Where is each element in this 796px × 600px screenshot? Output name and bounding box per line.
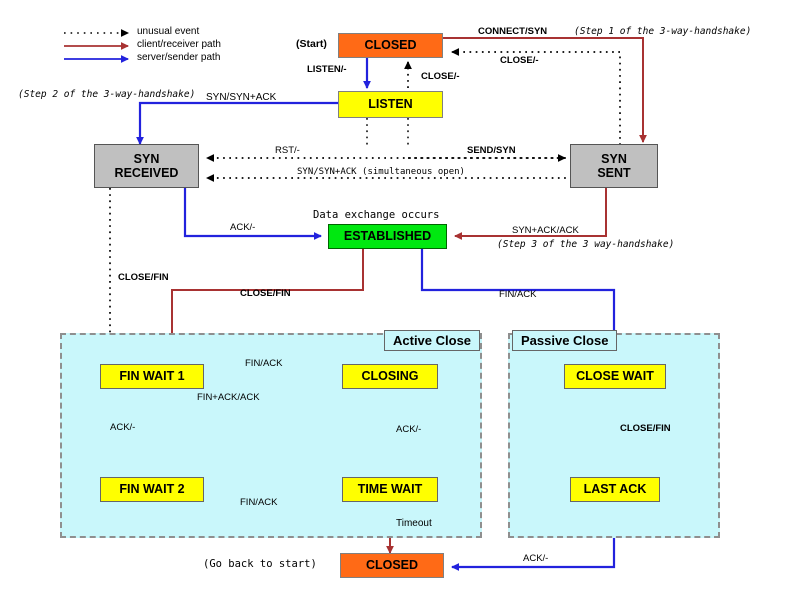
label-close-dash-top: CLOSE/- xyxy=(421,71,460,82)
label-send-syn: SEND/SYN xyxy=(467,145,516,156)
label-fin-ack-closing: FIN/ACK xyxy=(245,358,283,369)
state-syn-received-label-1: SYN xyxy=(133,151,160,166)
annotation-data-exchange: Data exchange occurs xyxy=(313,209,440,221)
state-established[interactable]: ESTABLISHED xyxy=(328,224,447,249)
annotation-step-3: (Step 3 of the 3 way-handshake) xyxy=(497,239,675,250)
label-close-dash-right: CLOSE/- xyxy=(500,55,539,66)
annotation-step-2: (Step 2 of the 3-way-handshake) xyxy=(18,89,196,100)
label-rst-dash: RST/- xyxy=(275,145,300,156)
state-syn-sent-label-1: SYN xyxy=(601,151,627,166)
state-fin-wait-2-label: FIN WAIT 2 xyxy=(119,482,185,497)
state-closed-top[interactable]: CLOSED xyxy=(338,33,443,58)
label-timeout: Timeout xyxy=(396,518,432,529)
active-close-title: Active Close xyxy=(384,330,481,351)
annotation-start: (Start) xyxy=(296,38,327,50)
tcp-state-diagram: unusual event client/receiver path serve… xyxy=(0,0,796,600)
state-established-label: ESTABLISHED xyxy=(343,229,432,244)
state-syn-sent[interactable]: SYN SENT xyxy=(570,144,658,188)
state-listen[interactable]: LISTEN xyxy=(338,91,443,118)
state-closed-top-label: CLOSED xyxy=(364,38,417,53)
label-connect-syn: CONNECT/SYN xyxy=(478,26,548,37)
state-fin-wait-1[interactable]: FIN WAIT 1 xyxy=(100,364,204,389)
state-last-ack-label: LAST ACK xyxy=(583,482,647,497)
state-time-wait-label: TIME WAIT xyxy=(357,482,423,497)
state-fin-wait-1-label: FIN WAIT 1 xyxy=(119,369,185,384)
label-close-fin-passive: CLOSE/FIN xyxy=(620,423,671,434)
label-ack-dash-closing: ACK/- xyxy=(396,424,422,435)
state-closed-bottom[interactable]: CLOSED xyxy=(340,553,444,578)
edge-closed-to-syn-sent xyxy=(443,37,647,143)
label-syn-synack-left: SYN/SYN+ACK xyxy=(206,92,277,103)
legend-label-server-path: server/sender path xyxy=(137,52,221,63)
legend-label-client-path: client/receiver path xyxy=(137,39,221,50)
label-ack-dash-established: ACK/- xyxy=(230,222,256,233)
state-close-wait-label: CLOSE WAIT xyxy=(576,369,654,384)
state-last-ack[interactable]: LAST ACK xyxy=(570,477,660,502)
label-listen-dash: LISTEN/- xyxy=(307,64,347,75)
state-fin-wait-2[interactable]: FIN WAIT 2 xyxy=(100,477,204,502)
state-close-wait[interactable]: CLOSE WAIT xyxy=(564,364,666,389)
label-fin-ack-ack: FIN+ACK/ACK xyxy=(197,392,260,403)
passive-close-title: Passive Close xyxy=(512,330,618,351)
label-synack-ack: SYN+ACK/ACK xyxy=(512,225,579,236)
state-listen-label: LISTEN xyxy=(368,97,413,112)
state-syn-received-label-2: RECEIVED xyxy=(114,166,179,180)
state-time-wait[interactable]: TIME WAIT xyxy=(342,477,438,502)
label-ack-dash-fin-wait: ACK/- xyxy=(110,422,136,433)
state-closing-label: CLOSING xyxy=(361,369,419,384)
label-fin-ack-blue: FIN/ACK xyxy=(499,289,537,300)
state-syn-sent-label-2: SENT xyxy=(597,166,631,180)
edge-listen-to-syn-received xyxy=(136,101,338,145)
legend-label-unusual-event: unusual event xyxy=(137,26,200,37)
label-fin-ack-time-wait: FIN/ACK xyxy=(240,497,278,508)
label-ack-dash-last-ack: ACK/- xyxy=(523,553,549,564)
state-closing[interactable]: CLOSING xyxy=(342,364,438,389)
label-simultaneous-open: SYN/SYN+ACK (simultaneous open) xyxy=(297,167,465,177)
state-syn-received[interactable]: SYN RECEIVED xyxy=(94,144,199,188)
state-closed-bottom-label: CLOSED xyxy=(365,558,419,573)
annotation-step-1: (Step 1 of the 3-way-handshake) xyxy=(574,26,752,37)
annotation-go-back: (Go back to start) xyxy=(203,558,317,570)
label-close-fin-dotted: CLOSE/FIN xyxy=(118,272,169,283)
label-close-fin-red: CLOSE/FIN xyxy=(240,288,291,299)
